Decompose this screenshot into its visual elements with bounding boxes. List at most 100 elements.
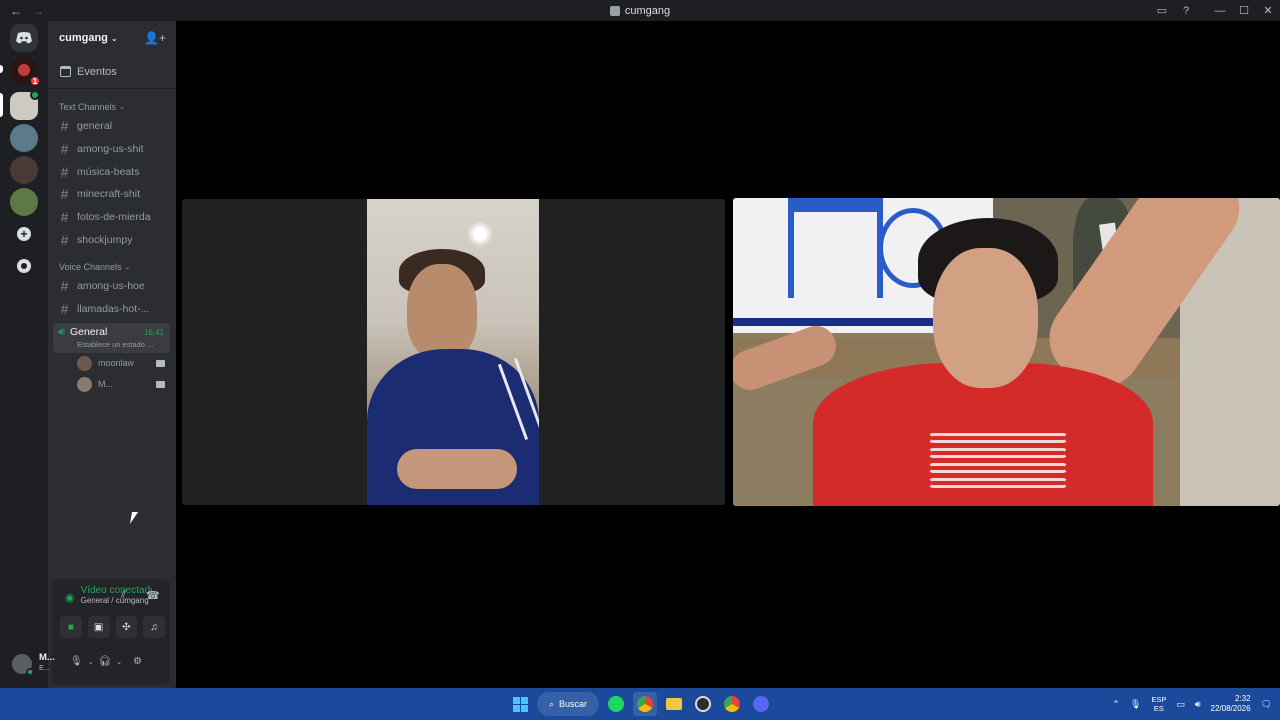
hash-icon: # — [60, 278, 69, 295]
help-icon[interactable]: ? — [1174, 0, 1198, 21]
search-icon: ⌕ — [548, 698, 555, 709]
chrome-icon[interactable] — [633, 692, 657, 716]
guild-header[interactable]: cumgang ⌄ 👤+ — [48, 21, 176, 55]
window-title: cumgang — [0, 5, 1280, 17]
notification-icon[interactable]: 🗨︎ — [1261, 699, 1272, 710]
chevron-down-icon: ⌄ — [110, 33, 118, 43]
server-avatar-3[interactable] — [10, 124, 38, 152]
file-explorer-icon[interactable] — [662, 692, 686, 716]
channel-status[interactable]: Establece un estado ... — [58, 340, 165, 349]
connection-status[interactable]: Vídeo conectado — [81, 585, 152, 596]
channel-among-us-hoe[interactable]: # among-us-hoe — [48, 275, 176, 298]
channel-fotos-de-mierda[interactable]: # fotos-de-mierda — [48, 206, 176, 229]
channel-among-us-shit[interactable]: # among-us-shit — [48, 138, 176, 161]
voice-channel-name: General — [69, 326, 108, 338]
server-avatar-1[interactable]: 1 — [10, 56, 41, 87]
voice-user-name: M... — [98, 379, 113, 389]
server-avatar-5[interactable] — [10, 188, 38, 216]
invite-people-icon[interactable]: 👤+ — [144, 31, 166, 45]
headphones-icon[interactable]: 🎧︎ — [99, 656, 112, 667]
hash-icon: # — [60, 301, 69, 318]
server-avatar-cumgang[interactable] — [10, 90, 40, 120]
server-avatar-4[interactable] — [10, 156, 38, 184]
title-bar: ← → cumgang ▭ ? — ☐ ✕ — [0, 0, 1280, 21]
video-tile-participant-2[interactable] — [733, 198, 1280, 506]
chrome-profile-icon[interactable] — [720, 692, 744, 716]
online-status-icon — [26, 668, 34, 676]
avatar — [77, 376, 92, 392]
volume-icon[interactable]: 🔊︎ — [1195, 699, 1201, 710]
disconnect-icon[interactable]: ☎ — [146, 589, 160, 602]
discord-taskbar-icon[interactable] — [749, 692, 773, 716]
chevron-down-icon[interactable]: ⌄ — [88, 658, 94, 666]
username[interactable]: M... — [39, 652, 55, 663]
add-server-icon[interactable]: + — [10, 220, 38, 248]
discover-icon[interactable] — [10, 252, 38, 280]
close-button[interactable]: ✕ — [1256, 0, 1280, 21]
microphone-tray-icon[interactable]: 🎙︎ — [1130, 699, 1141, 710]
hash-icon: # — [60, 163, 69, 180]
channel-minecraft-shit[interactable]: # minecraft-shit — [48, 183, 176, 206]
channel-shockjumpy[interactable]: # shockjumpy — [48, 228, 176, 251]
screen-share-button[interactable]: ▣ — [87, 616, 110, 638]
voice-channels-category[interactable]: Voice Channels ⌄ — [48, 259, 176, 275]
user-status: E... — [39, 663, 51, 672]
maximize-button[interactable]: ☐ — [1232, 0, 1256, 21]
soundboard-button[interactable]: ♫ — [143, 616, 165, 638]
call-duration: 16:41 — [143, 327, 164, 337]
video-tile-participant-1[interactable] — [182, 199, 725, 505]
events-link[interactable]: Eventos — [48, 55, 176, 89]
channel-label: among-us-hoe — [77, 280, 145, 293]
voice-user[interactable]: M... — [48, 374, 176, 395]
video-feed — [367, 199, 539, 505]
network-icon[interactable]: ▭ — [1176, 699, 1185, 710]
chevron-up-icon[interactable]: ⌃ — [1112, 699, 1120, 710]
inbox-icon[interactable]: ▭ — [1150, 0, 1174, 21]
minimize-button[interactable]: — — [1208, 0, 1232, 21]
text-channels-category[interactable]: Text Channels ⌄ — [48, 99, 176, 115]
hash-icon: # — [60, 141, 69, 158]
channel-label: shockjumpy — [77, 233, 133, 246]
search-label: Buscar — [559, 699, 588, 709]
activities-button[interactable]: ✣ — [115, 616, 138, 638]
discord-home-icon[interactable] — [10, 24, 38, 52]
user-area: M... E... 🎙︎ ⌄ 🎧︎ ⌄ ⚙ — [12, 648, 170, 680]
spotify-icon[interactable] — [604, 692, 628, 716]
taskbar-search[interactable]: ⌕ Buscar — [537, 692, 599, 716]
channel-label: among-us-shit — [77, 143, 144, 156]
channel-label: minecraft-shit — [77, 188, 141, 201]
calendar-icon — [60, 66, 71, 77]
chevron-down-icon[interactable]: ⌄ — [116, 658, 122, 666]
noise-suppression-icon[interactable]: ⫽ — [121, 589, 126, 602]
start-button-icon[interactable] — [508, 692, 532, 716]
chevron-down-icon: ⌄ — [119, 104, 125, 111]
settings-gear-icon[interactable]: ⚙ — [133, 656, 142, 667]
unread-indicator — [0, 65, 3, 73]
microphone-icon[interactable]: 🎙︎ — [70, 656, 83, 667]
hash-icon: # — [60, 209, 69, 226]
signal-icon[interactable]: ◉ — [65, 591, 75, 604]
category-label: Text Channels — [59, 102, 117, 112]
hash-icon: # — [60, 186, 69, 203]
channel-general[interactable]: # general — [48, 115, 176, 138]
clock[interactable]: 2:32 22/08/2026 — [1211, 694, 1251, 714]
channel-musica-beats[interactable]: # música-beats — [48, 160, 176, 183]
obs-icon[interactable] — [691, 692, 715, 716]
voice-activity-badge — [30, 90, 40, 100]
window-title-text: cumgang — [624, 4, 671, 17]
voice-user[interactable]: moonlaw — [48, 353, 176, 374]
camera-button[interactable]: ■ — [60, 616, 82, 638]
mention-badge: 1 — [29, 75, 41, 87]
channel-llamadas-hot[interactable]: # llamadas-hot-... — [48, 298, 176, 321]
hash-icon: # — [60, 118, 69, 135]
back-arrow-icon[interactable]: ← — [10, 4, 22, 18]
avatar[interactable] — [12, 654, 34, 676]
language-indicator[interactable]: ESP ES — [1151, 695, 1166, 713]
forward-arrow-icon[interactable]: → — [32, 4, 44, 18]
channel-label: llamadas-hot-... — [77, 303, 150, 316]
connection-location[interactable]: General / cumgang — [81, 596, 152, 605]
channel-label: música-beats — [77, 165, 140, 178]
hash-icon: # — [60, 231, 69, 248]
active-voice-channel[interactable]: 🔊︎ General 16:41 Establece un estado ... — [53, 322, 170, 353]
channel-label: fotos-de-mierda — [77, 211, 151, 224]
